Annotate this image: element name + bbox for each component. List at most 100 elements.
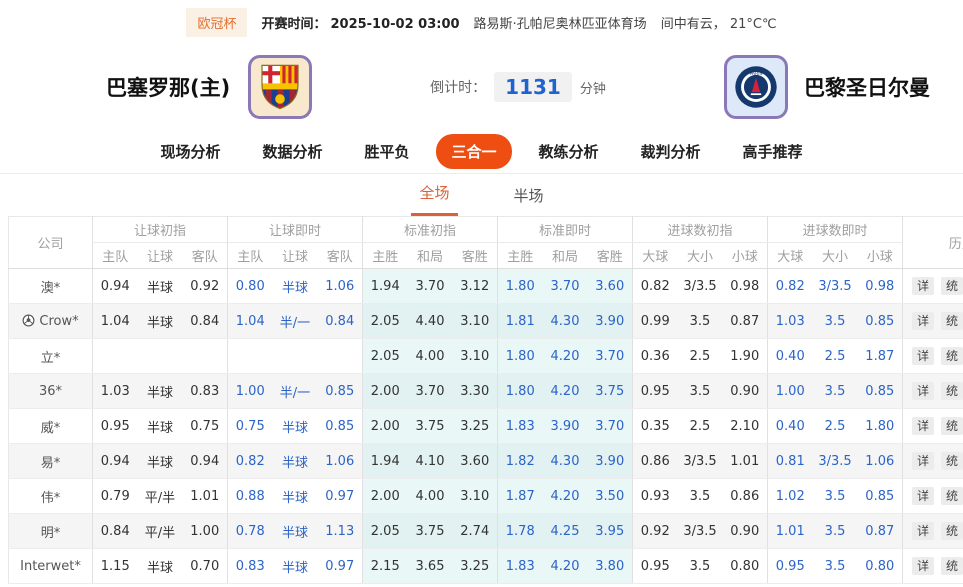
league-badge[interactable]: 欧冠杯	[186, 8, 247, 37]
odds-cell: 1.83	[498, 409, 543, 444]
detail-button[interactable]: 详	[912, 347, 934, 365]
odds-cell: 2.05	[363, 304, 408, 339]
barcelona-crest-icon	[258, 63, 302, 111]
history-cell: 详统	[903, 304, 963, 339]
odds-cell: 0.82	[228, 444, 273, 479]
stats-button[interactable]: 统	[941, 382, 963, 400]
detail-button[interactable]: 详	[912, 382, 934, 400]
odds-cell: 3.90	[588, 444, 633, 479]
odds-cell: 0.97	[318, 479, 363, 514]
stats-button[interactable]: 统	[941, 277, 963, 295]
nav-tab-4[interactable]: 三合一	[436, 134, 511, 169]
detail-button[interactable]: 详	[912, 487, 934, 505]
odds-cell: 0.80	[858, 549, 903, 584]
odds-cell: 1.82	[498, 444, 543, 479]
odds-cell: 1.04	[93, 304, 138, 339]
company-column-header: 公司	[9, 217, 93, 269]
odds-cell: 2.05	[363, 514, 408, 549]
group-header-3: 标准初指	[363, 217, 498, 243]
subtab-1[interactable]: 全场	[411, 182, 457, 216]
stats-button[interactable]: 统	[941, 557, 963, 575]
stats-button[interactable]: 统	[941, 417, 963, 435]
odds-cell: 1.00	[768, 374, 813, 409]
sub-header: 小球	[723, 243, 768, 269]
stats-button[interactable]: 统	[941, 312, 963, 330]
odds-cell: 3.75	[408, 409, 453, 444]
odds-cell: 2.5	[813, 339, 858, 374]
odds-cell: 0.82	[633, 269, 678, 304]
odds-cell: 3.25	[453, 409, 498, 444]
history-cell: 详统	[903, 444, 963, 479]
detail-button[interactable]: 详	[912, 522, 934, 540]
nav-tab-2[interactable]: 数据分析	[247, 134, 337, 169]
odds-cell: 半/一	[273, 374, 318, 409]
company-label: 易*	[41, 456, 61, 471]
subtab-2[interactable]: 半场	[506, 185, 552, 216]
nav-tab-6[interactable]: 裁判分析	[626, 134, 716, 169]
odds-cell: 4.20	[543, 374, 588, 409]
odds-cell: 0.84	[93, 514, 138, 549]
odds-cell: 1.13	[318, 514, 363, 549]
odds-cell	[318, 339, 363, 374]
odds-cell: 3.5	[813, 304, 858, 339]
sub-header: 大小	[678, 243, 723, 269]
odds-cell: 平/半	[138, 514, 183, 549]
company-name: 易*	[9, 444, 93, 479]
sub-header: 主胜	[363, 243, 408, 269]
odds-cell: 4.00	[408, 479, 453, 514]
nav-tab-3[interactable]: 胜平负	[349, 134, 424, 169]
company-label: 立*	[41, 351, 61, 366]
odds-cell: 2.00	[363, 479, 408, 514]
odds-cell: 1.01	[183, 479, 228, 514]
main-nav: 现场分析数据分析胜平负三合一教练分析裁判分析高手推荐	[0, 130, 963, 174]
company-name: 威*	[9, 409, 93, 444]
odds-cell: 0.80	[228, 269, 273, 304]
company-label: 36*	[39, 384, 62, 399]
nav-tab-1[interactable]: 现场分析	[145, 134, 235, 169]
odds-cell: 1.80	[858, 409, 903, 444]
odds-cell: 2.5	[678, 409, 723, 444]
odds-cell: 3.70	[408, 269, 453, 304]
odds-cell: 0.97	[318, 549, 363, 584]
odds-table-body: 澳*0.94半球0.920.80半球1.061.943.703.121.803.…	[9, 269, 963, 584]
detail-button[interactable]: 详	[912, 452, 934, 470]
detail-button[interactable]: 详	[912, 557, 934, 575]
table-row: 伟*0.79平/半1.010.88半球0.972.004.003.101.874…	[9, 479, 963, 514]
odds-cell: 0.93	[633, 479, 678, 514]
stats-button[interactable]: 统	[941, 487, 963, 505]
stats-button[interactable]: 统	[941, 452, 963, 470]
odds-cell: 0.87	[858, 514, 903, 549]
odds-table-container: 公司让球初指让球即时标准初指标准即时进球数初指进球数即时历史主队让球客队主队让球…	[8, 216, 963, 584]
odds-cell: 0.95	[633, 374, 678, 409]
odds-cell: 0.95	[633, 549, 678, 584]
detail-button[interactable]: 详	[912, 417, 934, 435]
stats-button[interactable]: 统	[941, 347, 963, 365]
kickoff-time: 开赛时间：2025-10-02 03:00	[261, 13, 459, 32]
odds-cell: 3.5	[678, 304, 723, 339]
odds-cell: 1.80	[498, 339, 543, 374]
odds-cell: 3/3.5	[813, 269, 858, 304]
detail-button[interactable]: 详	[912, 277, 934, 295]
odds-cell: 半/一	[273, 304, 318, 339]
odds-cell: 半球	[138, 304, 183, 339]
company-label: Interwet*	[20, 559, 81, 574]
nav-tab-7[interactable]: 高手推荐	[728, 134, 818, 169]
history-cell: 详统	[903, 549, 963, 584]
history-cell: 详统	[903, 479, 963, 514]
odds-cell: 1.06	[858, 444, 903, 479]
odds-cell: 1.80	[498, 374, 543, 409]
odds-cell: 0.85	[318, 374, 363, 409]
odds-cell: 3.30	[453, 374, 498, 409]
detail-button[interactable]: 详	[912, 312, 934, 330]
odds-cell: 3.10	[453, 304, 498, 339]
nav-tab-5[interactable]: 教练分析	[524, 134, 614, 169]
history-cell: 详统	[903, 374, 963, 409]
company-name: 明*	[9, 514, 93, 549]
stats-button[interactable]: 统	[941, 522, 963, 540]
odds-cell: 0.80	[723, 549, 768, 584]
odds-cell: 半球	[138, 374, 183, 409]
sub-header: 大球	[768, 243, 813, 269]
odds-cell: 2.05	[363, 339, 408, 374]
sub-header: 主队	[228, 243, 273, 269]
odds-cell: 3.5	[813, 514, 858, 549]
